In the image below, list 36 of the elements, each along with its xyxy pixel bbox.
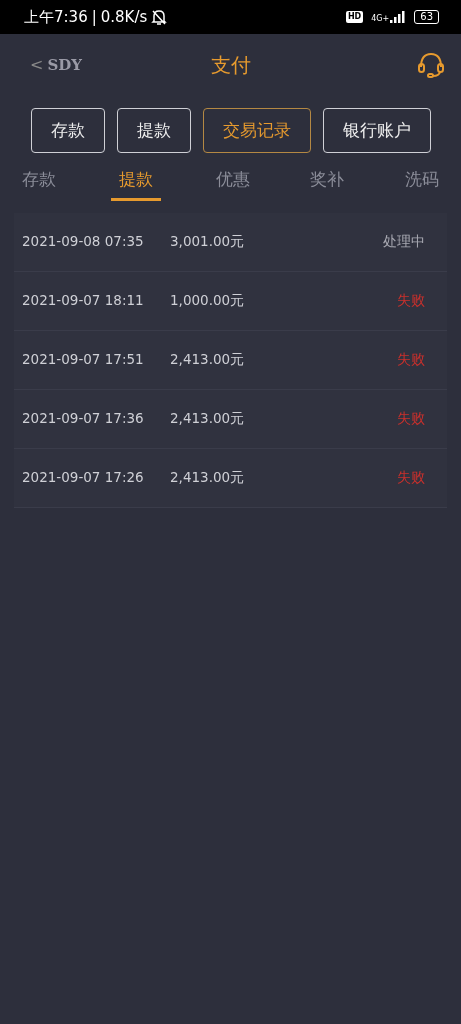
muted-bell-icon — [151, 8, 168, 26]
logo-text: SDY — [47, 54, 82, 76]
record-time: 2021-09-08 07:35 — [22, 232, 145, 252]
record-status: 失败 — [397, 291, 425, 311]
record-status: 处理中 — [383, 232, 425, 252]
tab-button[interactable]: 存款 — [31, 108, 105, 153]
signal-icon — [390, 11, 407, 23]
network-type-text: 4G+ — [371, 15, 390, 23]
record-status: 失败 — [397, 350, 425, 370]
separator-text: | — [91, 6, 97, 28]
record-status: 失败 — [397, 409, 425, 429]
clock-text: 上午7:36 — [24, 6, 88, 28]
hd-badge: HD — [345, 11, 364, 23]
record-amount: 2,413.00元 — [170, 350, 245, 370]
record-time: 2021-09-07 17:26 — [22, 468, 145, 488]
record-status: 失败 — [397, 468, 425, 488]
network-speed-text: 0.8K/s — [100, 6, 148, 28]
tab[interactable]: 提款 — [110, 163, 161, 201]
record-amount: 2,413.00元 — [170, 409, 245, 429]
record-amount: 1,000.00元 — [170, 291, 245, 311]
record-time: 2021-09-07 18:11 — [22, 291, 145, 311]
page-title: 支付 — [210, 53, 251, 77]
headset-icon[interactable] — [417, 52, 445, 78]
tab[interactable]: 优惠 — [209, 163, 256, 201]
tab[interactable]: 洗码 — [399, 163, 445, 201]
record-time: 2021-09-07 17:51 — [22, 350, 145, 370]
tab-button[interactable]: 银行账户 — [323, 108, 431, 153]
back-button[interactable]: < — [30, 53, 48, 77]
record-time: 2021-09-07 17:36 — [22, 409, 145, 429]
battery-level-text: 63 — [414, 10, 439, 24]
record-amount: 3,001.00元 — [170, 232, 245, 252]
tab-button[interactable]: 交易记录 — [203, 108, 311, 153]
tab[interactable]: 存款 — [16, 163, 62, 201]
tab[interactable]: 奖补 — [304, 163, 351, 201]
record-amount: 2,413.00元 — [170, 468, 245, 488]
tab-button[interactable]: 提款 — [117, 108, 191, 153]
